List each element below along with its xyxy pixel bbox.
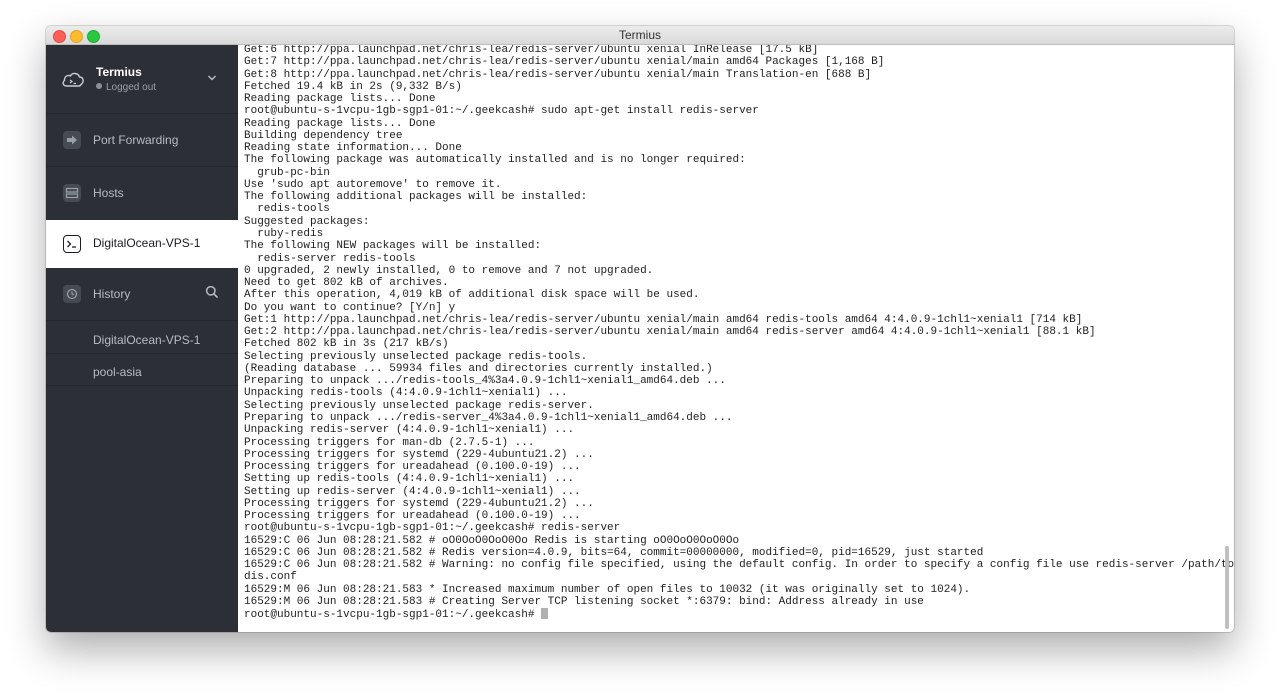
history-item[interactable]: pool-asia: [93, 365, 142, 379]
server-icon: [63, 184, 81, 202]
account-status: Logged out: [96, 82, 156, 93]
chevron-down-icon[interactable]: [207, 73, 217, 83]
termius-logo-icon: [62, 72, 84, 87]
sidebar: Termius Logged out Port Forwarding Hosts…: [46, 45, 238, 632]
sidebar-divider: [46, 320, 238, 321]
sidebar-divider: [46, 353, 238, 354]
search-icon[interactable]: [205, 285, 219, 299]
terminal-prompt: root@ubuntu-s-1vcpu-1gb-sgp1-01:~/.geekc…: [244, 609, 542, 622]
sidebar-item-label: Hosts: [93, 186, 124, 200]
account-name: Termius: [96, 65, 142, 79]
sidebar-item-label: History: [93, 287, 131, 301]
sidebar-item-label: Port Forwarding: [93, 133, 179, 147]
terminal-scrollbar[interactable]: [1225, 546, 1229, 629]
terminal-prompt-icon: [63, 235, 81, 253]
terminal-view[interactable]: Get:6 http://ppa.launchpad.net/chris-lea…: [238, 45, 1234, 632]
sidebar-divider: [46, 385, 238, 386]
arrow-forward-icon: [63, 131, 81, 149]
status-dot-icon: [96, 83, 102, 89]
terminal-cursor: [541, 608, 549, 620]
sidebar-item-session-digitalocean-vps-1[interactable]: DigitalOcean-VPS-1: [46, 220, 238, 268]
account-status-label: Logged out: [106, 82, 157, 93]
window-title: Termius: [618, 28, 661, 42]
sidebar-item-port-forwarding[interactable]: Port Forwarding: [46, 114, 238, 166]
clock-history-icon: [63, 285, 81, 303]
history-item[interactable]: DigitalOcean-VPS-1: [93, 333, 200, 347]
title-bar: Termius: [46, 26, 1234, 45]
sidebar-item-history[interactable]: History: [46, 268, 238, 320]
account-header[interactable]: Termius Logged out: [46, 45, 238, 113]
sidebar-item-label: DigitalOcean-VPS-1: [93, 236, 201, 250]
termius-window: Termius Termius Logged out Port Forwardi…: [46, 26, 1234, 632]
terminal-output: Get:6 http://ppa.launchpad.net/chris-lea…: [244, 45, 1234, 621]
terminal-output-text: Get:6 http://ppa.launchpad.net/chris-lea…: [244, 45, 1234, 608]
sidebar-item-hosts[interactable]: Hosts: [46, 167, 238, 219]
